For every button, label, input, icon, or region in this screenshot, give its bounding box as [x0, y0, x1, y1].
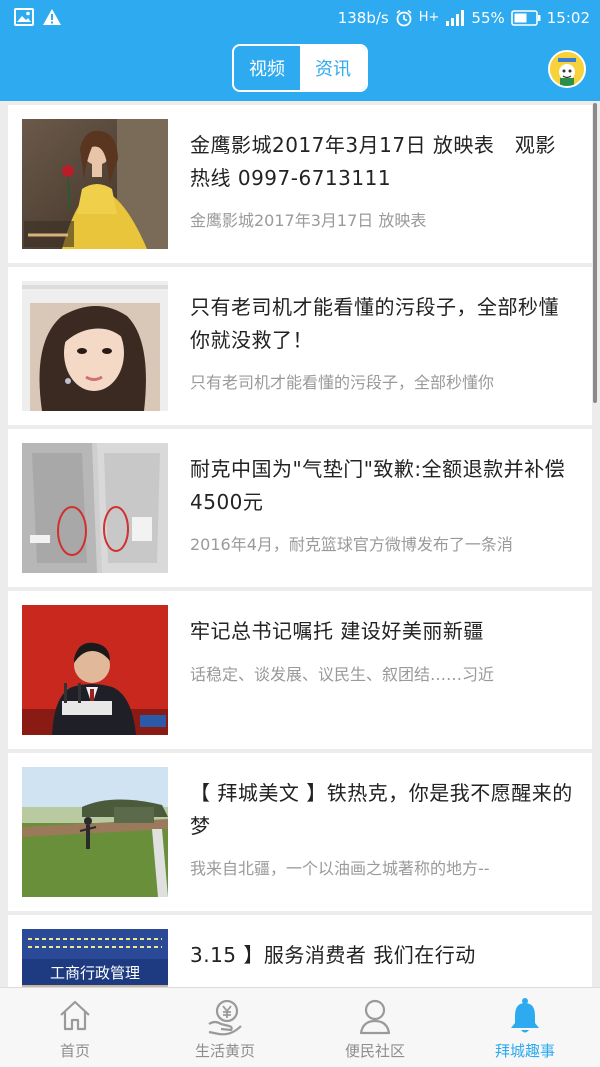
network-speed: 138b/s [337, 9, 389, 27]
news-title: 【 拜城美文 】铁热克，你是我不愿醒来的梦 [190, 781, 573, 838]
nav-community[interactable]: 便民社区 [300, 988, 450, 1067]
news-title: 耐克中国为"气垫门"致歉:全额退款并补偿4500元 [190, 457, 566, 514]
news-title: 只有老司机才能看懂的污段子，全部秒懂你就没救了！ [190, 295, 559, 352]
status-bar-left [14, 8, 62, 26]
home-icon [60, 1000, 90, 1031]
nav-fun-stories[interactable]: 拜城趣事 [450, 988, 600, 1067]
battery-icon [510, 10, 541, 26]
news-summary: 话稳定、谈发展、议民生、叙团结……习近 [190, 665, 495, 684]
news-title: 金鹰影城2017年3月17日 放映表 观影热线 0997-6713111 [190, 133, 556, 190]
news-card[interactable]: 牢记总书记嘱托 建设好美丽新疆 话稳定、谈发展、议民生、叙团结……习近 [8, 591, 592, 749]
nav-fun-stories-label: 拜城趣事 [494, 1042, 555, 1060]
news-title: 3.15 】服务消费者 我们在行动 [190, 943, 476, 967]
network-type: H+ [418, 10, 440, 25]
news-summary: 2016年4月，耐克篮球官方微博发布了一条消 [190, 535, 513, 554]
battery-percent: 55% [471, 9, 505, 27]
content-type-toggle: 视频 资讯 [232, 44, 368, 92]
news-summary: 只有老司机才能看懂的污段子，全部秒懂你 [190, 373, 495, 392]
news-card[interactable]: 工商行政管理 3.15 】服务消费者 我们在行动 [8, 915, 592, 987]
nav-yellow-pages[interactable]: 生活黄页 [150, 988, 300, 1067]
warning-icon [43, 9, 61, 25]
portrait-thumbnail [22, 281, 168, 411]
nav-home-label: 首页 [59, 1042, 90, 1060]
event-banner-thumbnail: 工商行政管理 [22, 929, 168, 987]
movie-poster-thumbnail [22, 119, 168, 249]
app-header: 138b/s H+ 55% 15:02 视频 资讯 [0, 0, 600, 101]
news-feed[interactable]: 金鹰影城2017年3月17日 放映表 观影热线 0997-6713111 金鹰影… [0, 101, 600, 987]
clock: 15:02 [546, 9, 590, 27]
meeting-thumbnail [22, 605, 168, 735]
signal-icon [446, 10, 465, 26]
landscape-thumbnail [22, 767, 168, 897]
yen-hand-icon [208, 999, 242, 1036]
news-summary: 金鹰影城2017年3月17日 放映表 [190, 211, 427, 230]
news-title: 牢记总书记嘱托 建设好美丽新疆 [190, 619, 484, 643]
news-card[interactable]: 金鹰影城2017年3月17日 放映表 观影热线 0997-6713111 金鹰影… [8, 105, 592, 263]
image-icon [14, 8, 34, 26]
scroll-indicator[interactable] [593, 103, 597, 403]
tab-video[interactable]: 视频 [234, 46, 300, 90]
bottom-nav: 首页 生活黄页 便民社区 拜城趣事 [0, 987, 600, 1067]
nav-home[interactable]: 首页 [0, 988, 150, 1067]
status-bar: 138b/s H+ 55% 15:02 [0, 0, 600, 36]
alarm-icon [396, 9, 412, 27]
tab-news[interactable]: 资讯 [300, 46, 366, 90]
user-avatar[interactable] [548, 50, 586, 88]
nav-community-label: 便民社区 [344, 1042, 405, 1060]
news-card[interactable]: 【 拜城美文 】铁热克，你是我不愿醒来的梦 我来自北疆，一个以油画之城著称的地方… [8, 753, 592, 911]
news-summary: 我来自北疆，一个以油画之城著称的地方-- [190, 859, 490, 878]
news-card[interactable]: 耐克中国为"气垫门"致歉:全额退款并补偿4500元 2016年4月，耐克篮球官方… [8, 429, 592, 587]
person-icon [359, 999, 391, 1035]
bell-icon [511, 998, 539, 1033]
banner-text: 工商行政管理 [50, 964, 140, 982]
news-card[interactable]: 只有老司机才能看懂的污段子，全部秒懂你就没救了！ 只有老司机才能看懂的污段子，全… [8, 267, 592, 425]
status-bar-right: 138b/s H+ 55% 15:02 [338, 8, 590, 28]
nav-yellow-pages-label: 生活黄页 [194, 1042, 255, 1060]
sneaker-thumbnail [22, 443, 168, 573]
